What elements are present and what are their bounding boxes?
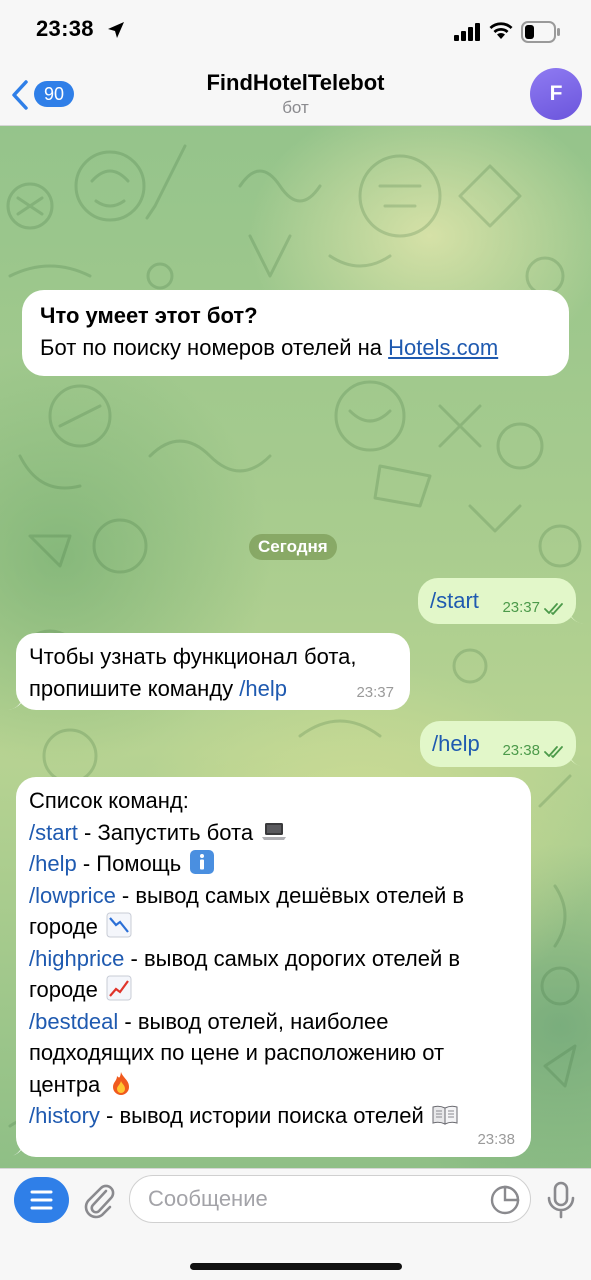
cellular-signal-icon <box>454 23 480 41</box>
message-time: 23:38 <box>477 1131 515 1148</box>
chat-subtitle: бот <box>282 98 309 117</box>
chart-increasing-icon <box>106 975 132 1001</box>
avatar[interactable]: F <box>530 68 582 120</box>
open-book-icon <box>432 1105 458 1125</box>
intro-title: Что умеет этот бот? <box>40 303 258 328</box>
command-description: городе <box>29 914 98 939</box>
message-time: 23:37 <box>502 599 540 616</box>
message-time: 23:37 <box>356 684 394 701</box>
incoming-message[interactable]: Чтобы узнать функционал бота, пропишите … <box>8 633 410 710</box>
command-item: /bestdeal - вывод отелей, наиболее <box>29 1006 518 1038</box>
bubble-tail <box>8 692 24 710</box>
double-check-icon <box>544 746 563 758</box>
command-item: /start - Запустить бота <box>29 817 518 849</box>
info-icon <box>190 850 215 874</box>
chat-header: 90 FindHotelTelebot бот F <box>0 62 591 126</box>
command-description: - вывод самых дорогих отелей в <box>124 945 461 971</box>
command-link-highprice[interactable]: /highprice <box>29 946 124 971</box>
command-description: - вывод истории поиска отелей <box>99 1103 424 1128</box>
status-bar: 23:38 <box>0 0 591 62</box>
bot-intro-card: Что умеет этот бот? Бот по поиску номеро… <box>22 290 569 376</box>
message-text[interactable]: /help <box>432 728 480 760</box>
command-link-bestdeal[interactable]: /bestdeal <box>29 1009 118 1034</box>
chart-decreasing-icon <box>106 912 132 938</box>
command-description: - Помощь <box>76 851 182 876</box>
home-indicator <box>190 1263 402 1270</box>
command-description: - вывод отелей, наиболее <box>118 1008 389 1034</box>
wifi-icon <box>489 22 513 39</box>
command-description: - вывод самых дешёвых отелей в <box>115 882 465 908</box>
command-list-message[interactable]: Список команд: /start - Запустить бота /… <box>8 777 531 1157</box>
outgoing-message[interactable]: /help 23:38 <box>420 721 584 767</box>
command-item: /lowprice - вывод самых дешёвых отелей в <box>29 880 518 912</box>
command-link-help[interactable]: /help <box>29 851 77 876</box>
message-time: 23:38 <box>502 742 540 759</box>
intro-text: Бот по поиску номеров отелей на Hotels.c… <box>40 332 551 364</box>
message-text-line: пропишите команду /help <box>29 673 397 705</box>
message-input[interactable] <box>129 1175 531 1223</box>
command-link-help[interactable]: /help <box>239 676 287 701</box>
bubble-tail <box>568 606 584 624</box>
command-item-continuation: подходящих по цене и расположению от <box>29 1040 445 1065</box>
laptop-icon <box>262 822 287 840</box>
command-link-lowprice[interactable]: /lowprice <box>29 883 116 908</box>
chat-title[interactable]: FindHotelTelebot <box>0 70 591 96</box>
command-item: /history - вывод истории поиска отелей <box>29 1100 518 1132</box>
outgoing-message[interactable]: /start 23:37 <box>418 578 584 624</box>
message-text[interactable]: /start <box>430 585 479 617</box>
chat-area[interactable]: Что умеет этот бот? Бот по поиску номеро… <box>0 126 591 1168</box>
command-link-history[interactable]: /history <box>29 1103 100 1128</box>
bot-menu-button[interactable] <box>14 1177 69 1223</box>
command-description: центра <box>29 1071 101 1097</box>
hotels-link[interactable]: Hotels.com <box>388 335 498 360</box>
battery-icon <box>521 21 560 43</box>
status-time: 23:38 <box>36 16 94 41</box>
command-item-continuation: центра <box>29 1069 518 1101</box>
command-description: - Запустить бота <box>77 819 254 845</box>
command-item: /highprice - вывод самых дорогих отелей … <box>29 943 518 975</box>
message-text-part: пропишите команду <box>29 675 240 701</box>
microphone-icon[interactable] <box>545 1181 577 1219</box>
intro-text-body: Бот по поиску номеров отелей на <box>40 334 389 360</box>
command-description: городе <box>29 977 98 1002</box>
command-item-continuation: городе <box>29 974 518 1006</box>
fire-icon <box>113 1071 130 1095</box>
message-text-line: Чтобы узнать функционал бота, <box>29 644 357 669</box>
command-item: /help - Помощь <box>29 848 518 880</box>
bubble-tail <box>568 749 584 767</box>
location-arrow-icon <box>108 22 124 38</box>
message-composer <box>0 1168 591 1280</box>
date-separator: Сегодня <box>249 534 337 560</box>
command-link-start[interactable]: /start <box>29 820 78 845</box>
sticker-icon[interactable] <box>489 1184 521 1216</box>
command-item-continuation: городе <box>29 911 518 943</box>
paperclip-icon[interactable] <box>80 1181 118 1219</box>
double-check-icon <box>544 603 563 615</box>
menu-icon <box>30 1190 53 1210</box>
bubble-tail <box>8 1139 24 1157</box>
command-list-heading: Список команд: <box>29 788 189 813</box>
